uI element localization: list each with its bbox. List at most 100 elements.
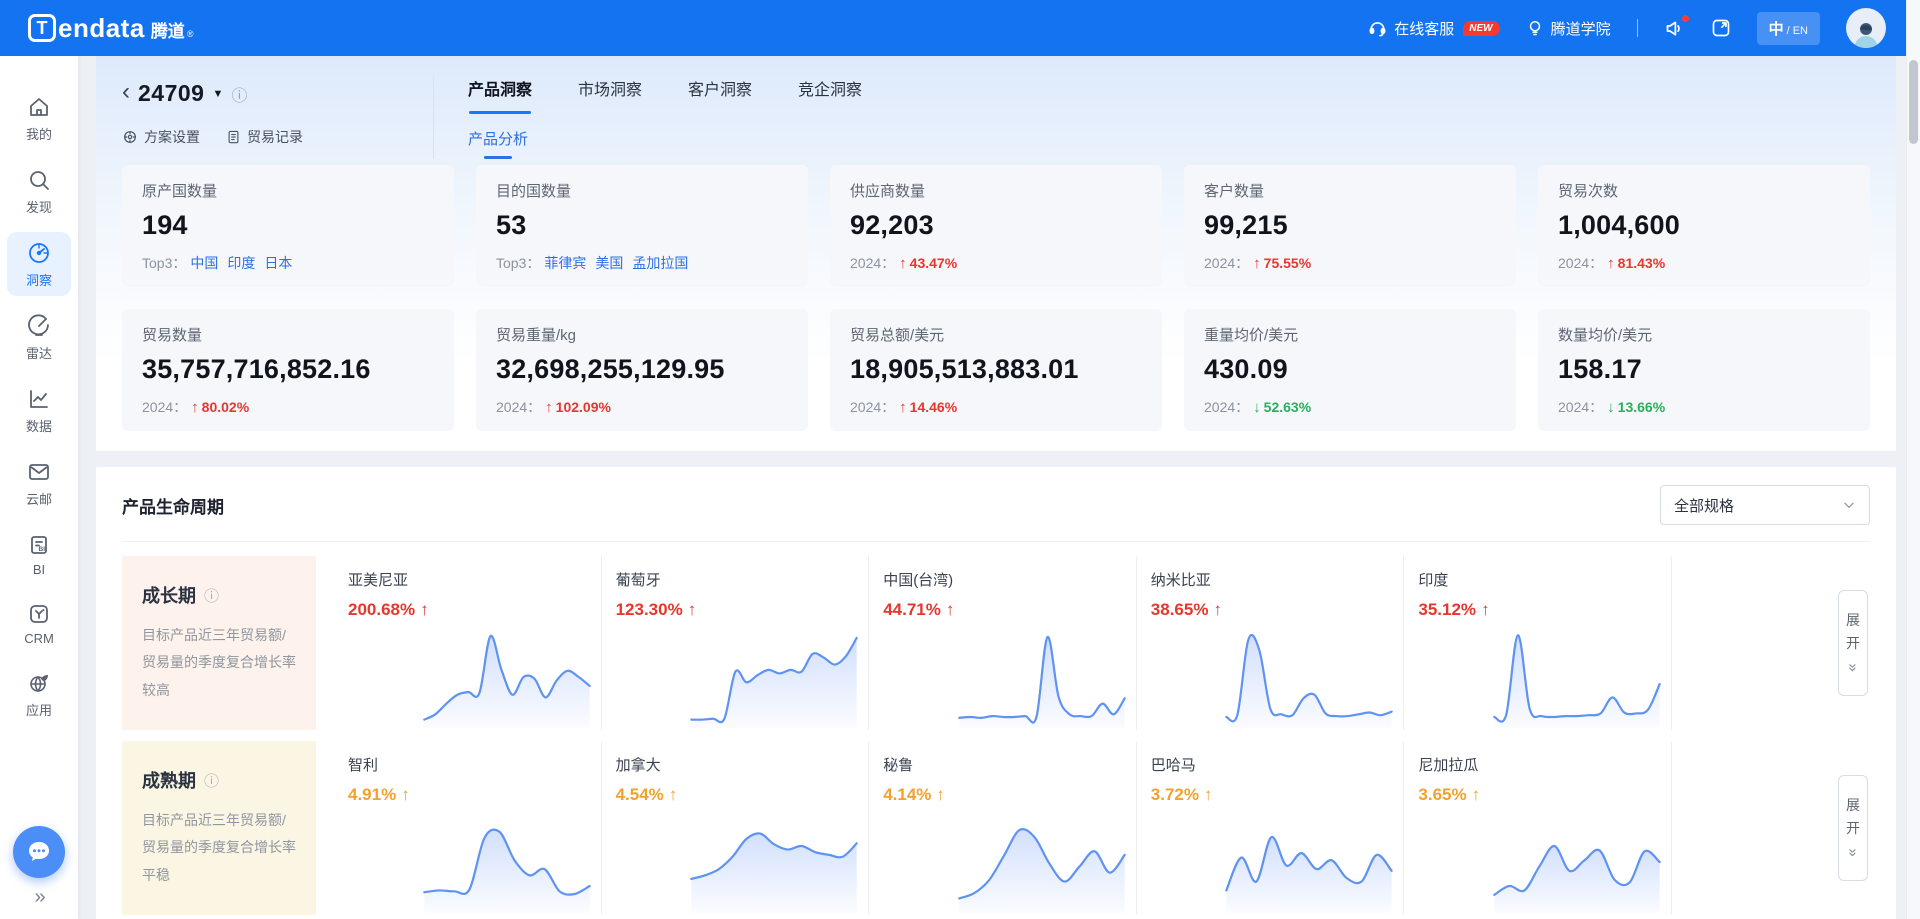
expand-label: 开 — [1846, 818, 1860, 838]
trend-arrow-icon: ↑ — [1472, 785, 1481, 805]
stat-card-avg-price-quantity: 数量均价/美元 158.17 2024： ↓ 13.66% — [1538, 309, 1870, 431]
sparkline-chart — [419, 811, 595, 913]
growth-rate: 3.72% — [1151, 785, 1199, 805]
online-service-button[interactable]: 在线客服 NEW — [1368, 18, 1499, 39]
plan-info-icon[interactable]: ⓘ — [231, 82, 247, 106]
logo-mark-icon: T — [28, 14, 56, 42]
stat-value: 194 — [142, 210, 434, 241]
stat-title: 贸易重量/kg — [496, 324, 788, 345]
plan-id[interactable]: 24709 — [138, 80, 204, 107]
yoy-percent: 52.63% — [1264, 399, 1311, 415]
yoy-change: ↑ 80.02% — [191, 399, 249, 416]
trade-records-button[interactable]: 贸易记录 — [226, 127, 303, 147]
fullscreen-icon[interactable] — [1711, 18, 1731, 38]
sidebar-label: 我的 — [26, 124, 52, 143]
trend-arrow-icon: ↑ — [191, 399, 199, 416]
globe-leaf-icon — [27, 671, 51, 695]
tab-product-insight[interactable]: 产品洞察 — [468, 76, 532, 114]
sidebar-bottom: » — [13, 826, 65, 909]
yoy-percent: 43.47% — [910, 255, 957, 271]
stage-card-mature: 成熟期 ⓘ 目标产品近三年贸易额/贸易量的季度复合增长率平稳 — [122, 741, 316, 915]
insight-tabs-area: 产品洞察 市场洞察 客户洞察 竞企洞察 产品分析 — [434, 76, 1870, 159]
stat-title: 贸易次数 — [1558, 180, 1850, 201]
country-trend-cell: 秘鲁 4.14%↑ — [869, 741, 1137, 915]
sidebar: 我的 发现 洞察 雷达 数据 — [0, 56, 78, 919]
plan-dropdown-caret-icon[interactable]: ▼ — [212, 88, 223, 100]
headset-icon — [1368, 19, 1387, 38]
sidebar-label: BI — [33, 562, 45, 577]
chat-fab-button[interactable] — [13, 826, 65, 878]
trend-arrow-icon: ↑ — [669, 785, 678, 805]
top3-country-link[interactable]: 菲律宾 — [544, 253, 586, 273]
stat-title: 贸易总额/美元 — [850, 324, 1142, 345]
tab-market-insight[interactable]: 市场洞察 — [578, 76, 642, 114]
spec-filter-value: 全部规格 — [1674, 495, 1734, 516]
language-toggle[interactable]: 中 / EN — [1757, 12, 1820, 45]
spec-filter-select[interactable]: 全部规格 — [1660, 485, 1870, 525]
insight-tabs: 产品洞察 市场洞察 客户洞察 竞企洞察 — [468, 76, 1870, 114]
sidebar-item-bi[interactable]: BI BI — [7, 524, 71, 584]
sidebar-item-mail[interactable]: 云邮 — [7, 451, 71, 515]
sidebar-item-insight[interactable]: 洞察 — [7, 232, 71, 296]
chevron-down-icon — [1842, 498, 1856, 512]
info-icon[interactable]: ⓘ — [204, 585, 219, 606]
stat-title: 客户数量 — [1204, 180, 1496, 201]
yoy-label: 2024： — [1558, 253, 1603, 273]
stat-card-destination-countries: 目的国数量 53 Top3： 菲律宾 美国 孟加拉国 — [476, 165, 808, 287]
sidebar-collapse-toggle[interactable]: » — [34, 886, 43, 909]
stage-card-growth: 成长期 ⓘ 目标产品近三年贸易额/贸易量的季度复合增长率较高 — [122, 556, 316, 730]
scrollbar-thumb[interactable] — [1909, 60, 1918, 144]
stat-title: 重量均价/美元 — [1204, 324, 1496, 345]
lang-slash: / — [1787, 25, 1790, 37]
sidebar-item-mine[interactable]: 我的 — [7, 86, 71, 150]
top3-label: Top3： — [496, 253, 540, 273]
main-area: ‹ 24709 ▼ ⓘ 方案设置 — [78, 56, 1920, 919]
country-name: 纳米比亚 — [1151, 569, 1390, 590]
sparkline-chart — [686, 811, 862, 913]
crm-icon — [27, 602, 51, 626]
top3-country-link[interactable]: 印度 — [227, 253, 255, 273]
stat-card-trade-count: 贸易次数 1,004,600 2024： ↑ 81.43% — [1538, 165, 1870, 287]
sidebar-item-crm[interactable]: CRM — [7, 593, 71, 653]
trend-arrow-icon: ↑ — [545, 399, 553, 416]
sparkline-chart — [686, 626, 862, 728]
sidebar-item-data[interactable]: 数据 — [7, 378, 71, 442]
back-button[interactable]: ‹ — [122, 80, 130, 104]
tab-competitor-insight[interactable]: 竞企洞察 — [798, 76, 862, 114]
country-trend-cell: 葡萄牙 123.30%↑ — [602, 556, 870, 730]
top3-country-link[interactable]: 中国 — [190, 253, 218, 273]
country-trend-cell: 尼加拉瓜 3.65%↑ — [1404, 741, 1672, 915]
page-scrollbar[interactable] — [1906, 0, 1920, 919]
sidebar-item-radar[interactable]: 雷达 — [7, 305, 71, 369]
sidebar-label: CRM — [24, 631, 54, 646]
country-trend-cell: 纳米比亚 38.65%↑ — [1137, 556, 1405, 730]
country-trend-cell: 亚美尼亚 200.68%↑ — [334, 556, 602, 730]
expand-button[interactable]: 展 开 » — [1838, 590, 1868, 696]
top3-country-link[interactable]: 美国 — [595, 253, 623, 273]
academy-button[interactable]: 腾道学院 — [1526, 18, 1611, 39]
country-name: 亚美尼亚 — [348, 569, 587, 590]
expand-button[interactable]: 展 开 » — [1838, 775, 1868, 881]
stat-value: 35,757,716,852.16 — [142, 354, 434, 385]
plan-settings-button[interactable]: 方案设置 — [122, 127, 200, 147]
tab-customer-insight[interactable]: 客户洞察 — [688, 76, 752, 114]
yoy-change: ↓ 13.66% — [1607, 399, 1665, 416]
country-name: 尼加拉瓜 — [1418, 754, 1657, 775]
stage-name: 成长期 — [142, 582, 196, 608]
tendata-logo[interactable]: T endata 腾道 ® — [28, 13, 193, 44]
sidebar-item-apps[interactable]: 应用 — [7, 662, 71, 726]
announcement-icon[interactable] — [1664, 18, 1685, 39]
yoy-label: 2024： — [142, 397, 187, 417]
user-avatar[interactable] — [1846, 8, 1886, 48]
sidebar-item-discover[interactable]: 发现 — [7, 159, 71, 223]
top3-country-link[interactable]: 日本 — [264, 253, 292, 273]
topbar-actions: 在线客服 NEW 腾道学院 中 / EN — [1368, 8, 1886, 48]
subtab-product-analysis[interactable]: 产品分析 — [468, 128, 528, 159]
stat-value: 430.09 — [1204, 354, 1496, 385]
insight-icon — [27, 241, 51, 265]
trend-arrow-icon: ↑ — [688, 600, 697, 620]
sidebar-label: 发现 — [26, 197, 52, 216]
stage-name: 成熟期 — [142, 767, 196, 793]
info-icon[interactable]: ⓘ — [204, 770, 219, 791]
top3-country-link[interactable]: 孟加拉国 — [632, 253, 688, 273]
